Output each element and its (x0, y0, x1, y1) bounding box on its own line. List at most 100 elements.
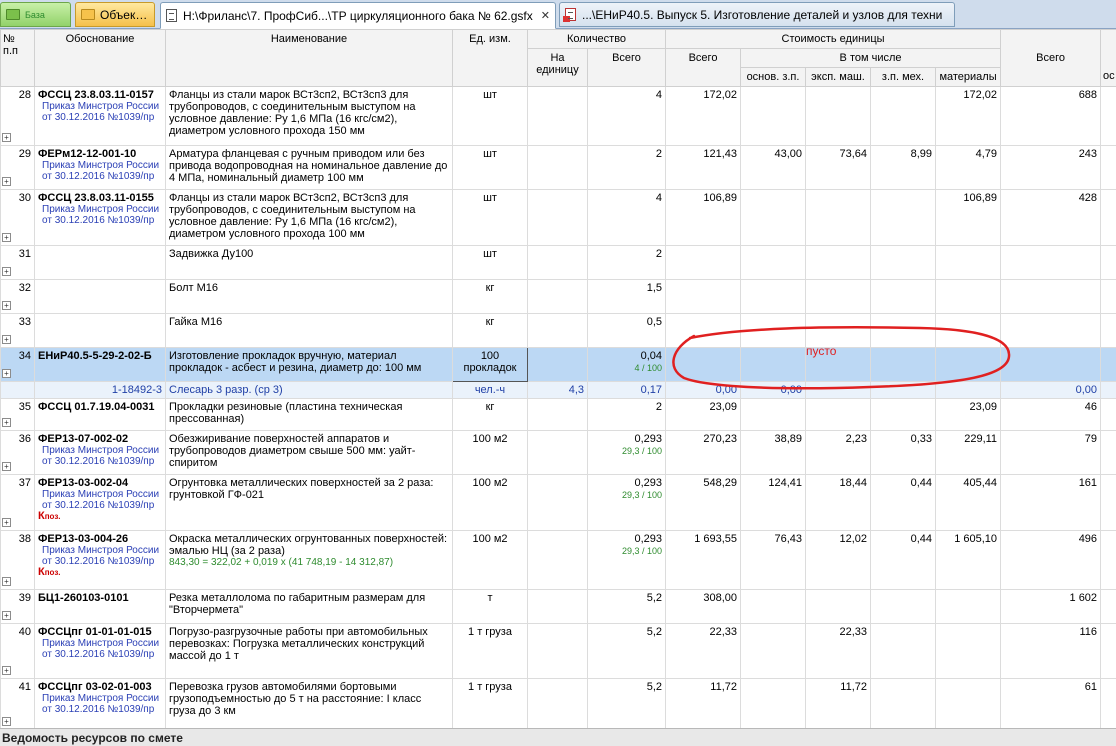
materials-cell[interactable] (935, 623, 1002, 679)
name-cell[interactable]: Окраска металлических огрунтованных пове… (165, 530, 453, 590)
table-row[interactable]: 39 + БЦ1-260103-0101 Резка металлолома по г… (0, 589, 1116, 624)
machine-operation-cell[interactable]: 22,33 (805, 623, 872, 679)
header-uc-total[interactable]: Всего (665, 48, 742, 87)
basis-code[interactable]: ФССЦ 23.8.03.11-0157 (38, 89, 162, 101)
total-cell[interactable] (1000, 347, 1102, 382)
resource-name[interactable]: Слесарь 3 разр. (ср 3) (165, 381, 453, 399)
machine-operation-cell[interactable]: 11,72 (805, 678, 872, 729)
resource-uc-total[interactable]: 0,00 (665, 381, 742, 399)
basis-cell[interactable]: ФССЦ 01.7.19.04-0031 (34, 398, 166, 431)
name-cell[interactable]: Погрузо-разгрузочные работы при автомоби… (165, 623, 453, 679)
mechanic-salary-cell[interactable] (870, 313, 937, 348)
resource-qty[interactable]: 0,17 (586, 381, 667, 399)
total-cell[interactable]: 46 (1000, 398, 1102, 431)
qty-total-cell[interactable]: 1,5 (586, 279, 667, 314)
basis-cell[interactable]: ФЕР13-03-002-04 Приказ Минстроя России от… (34, 474, 166, 531)
header-num[interactable]: № п.п (0, 29, 35, 87)
name-cell[interactable]: Болт М16 (165, 279, 453, 314)
mechanic-salary-cell[interactable]: 0,44 (870, 530, 937, 590)
unit-cell[interactable]: шт (452, 86, 528, 146)
table-row[interactable]: 40 + ФССЦпг 01-01-01-015 Приказ Минстроя Ро… (0, 623, 1116, 679)
header-last-column[interactable]: ос (1100, 29, 1116, 87)
qty-per-unit-cell[interactable] (527, 145, 588, 190)
total-cell[interactable]: 1 602 (1000, 589, 1102, 624)
total-cell[interactable]: 161 (1000, 474, 1102, 531)
mechanic-salary-cell[interactable] (870, 347, 937, 382)
machine-operation-cell[interactable] (805, 86, 872, 146)
basis-code[interactable]: БЦ1-260103-0101 (38, 592, 162, 604)
materials-cell[interactable] (935, 678, 1002, 729)
close-icon[interactable]: ✕ (541, 9, 550, 22)
materials-cell[interactable]: 229,11 (935, 430, 1002, 475)
basis-order-link[interactable]: Приказ Минстроя России от 30.12.2016 №10… (38, 638, 162, 660)
table-row[interactable]: 31 + Задвижка Ду100 шт 2 (0, 245, 1116, 280)
table-row[interactable]: 37 + ФЕР13-03-002-04 Приказ Минстроя России… (0, 474, 1116, 531)
total-cell[interactable]: 61 (1000, 678, 1102, 729)
materials-cell[interactable]: 106,89 (935, 189, 1002, 246)
name-cell[interactable]: Фланцы из стали марок ВСт3сп2, ВСт3сп3 д… (165, 189, 453, 246)
materials-cell[interactable] (935, 589, 1002, 624)
unit-cost-total-cell[interactable]: 548,29 (665, 474, 742, 531)
expand-plus-icon[interactable]: + (2, 666, 11, 675)
unit-cell[interactable]: кг (452, 398, 528, 431)
expand-plus-icon[interactable]: + (2, 301, 11, 310)
machine-operation-cell[interactable] (805, 381, 872, 399)
unit-cost-total-cell[interactable]: 1 693,55 (665, 530, 742, 590)
qty-total-cell[interactable]: 2 (586, 398, 667, 431)
unit-cost-total-cell[interactable] (665, 279, 742, 314)
base-salary-cell[interactable] (740, 86, 807, 146)
base-salary-cell[interactable]: 38,89 (740, 430, 807, 475)
name-cell[interactable]: Прокладки резиновые (пластина техническа… (165, 398, 453, 431)
basis-code[interactable]: ФЕР13-03-004-26 (38, 533, 162, 545)
resources-statement-bar[interactable]: Ведомость ресурсов по смете (0, 728, 1116, 746)
unit-cost-total-cell[interactable]: 11,72 (665, 678, 742, 729)
basis-code[interactable]: ФЕР13-07-002-02 (38, 433, 162, 445)
base-salary-cell[interactable] (740, 279, 807, 314)
unit-cell[interactable]: кг (452, 313, 528, 348)
base-salary-cell[interactable] (740, 347, 807, 382)
expand-plus-icon[interactable]: + (2, 462, 11, 471)
expand-plus-icon[interactable]: + (2, 518, 11, 527)
unit-cost-total-cell[interactable]: 308,00 (665, 589, 742, 624)
total-cell[interactable]: 116 (1000, 623, 1102, 679)
qty-total-cell[interactable]: 5,2 (586, 623, 667, 679)
unit-cost-total-cell[interactable] (665, 245, 742, 280)
qty-per-unit-cell[interactable] (527, 86, 588, 146)
name-cell[interactable]: Огрунтовка металлических поверхностей за… (165, 474, 453, 531)
qty-total-cell[interactable]: 5,2 (586, 678, 667, 729)
expand-plus-icon[interactable]: + (2, 369, 11, 378)
machine-operation-cell[interactable] (805, 589, 872, 624)
unit-cell[interactable]: 100 м2 (452, 530, 528, 590)
qty-per-unit-cell[interactable] (527, 530, 588, 590)
resource-row[interactable]: 1-18492-3 Слесарь 3 разр. (ср 3) чел.-ч 4,3… (0, 381, 1116, 399)
base-salary-cell[interactable] (740, 678, 807, 729)
qty-per-unit-cell[interactable] (527, 623, 588, 679)
materials-cell[interactable]: 172,02 (935, 86, 1002, 146)
basis-order-link[interactable]: Приказ Минстроя России от 30.12.2016 №10… (38, 545, 162, 567)
qty-total-cell[interactable]: 2 (586, 145, 667, 190)
mechanic-salary-cell[interactable] (870, 589, 937, 624)
basis-cell[interactable]: ФЕР13-07-002-02 Приказ Минстроя России от… (34, 430, 166, 475)
materials-cell[interactable] (935, 313, 1002, 348)
resource-total[interactable]: 0,00 (1000, 381, 1102, 399)
unit-cell[interactable]: т (452, 589, 528, 624)
name-cell[interactable]: Гайка М16 (165, 313, 453, 348)
total-cell[interactable]: 496 (1000, 530, 1102, 590)
qty-total-cell[interactable]: 0,04 4 / 100 (586, 347, 667, 382)
basis-order-link[interactable]: Приказ Минстроя России от 30.12.2016 №10… (38, 445, 162, 467)
resource-unit[interactable]: чел.-ч (452, 381, 528, 399)
qty-per-unit-cell[interactable] (527, 347, 588, 382)
basis-code[interactable]: ФССЦ 01.7.19.04-0031 (38, 401, 162, 413)
basis-code[interactable]: ЕНиР40.5-5-29-2-02-Б (38, 350, 162, 362)
total-cell[interactable]: 688 (1000, 86, 1102, 146)
basis-cell[interactable]: ЕНиР40.5-5-29-2-02-Б (34, 347, 166, 382)
resource-code[interactable]: 1-18492-3 (34, 381, 166, 399)
base-salary-cell[interactable] (740, 245, 807, 280)
qty-per-unit-cell[interactable] (527, 279, 588, 314)
header-basis[interactable]: Обоснование (34, 29, 166, 87)
basis-cell[interactable] (34, 313, 166, 348)
qty-total-cell[interactable]: 0,293 29,3 / 100 (586, 530, 667, 590)
table-row[interactable]: 33 + Гайка М16 кг 0,5 (0, 313, 1116, 348)
mechanic-salary-cell[interactable]: 0,44 (870, 474, 937, 531)
unit-cost-total-cell[interactable] (665, 313, 742, 348)
